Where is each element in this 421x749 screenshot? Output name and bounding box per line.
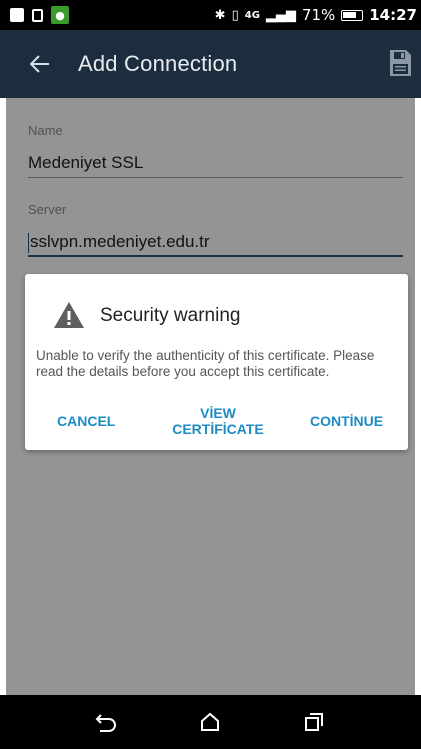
status-right-icons: ✱ ▯ 4G ▂▄▆ 71% 14:27 xyxy=(215,0,417,30)
save-icon xyxy=(390,50,411,76)
nav-home-button[interactable] xyxy=(196,709,224,735)
dialog-message: Unable to verify the authenticity of thi… xyxy=(36,348,375,379)
back-button[interactable] xyxy=(22,46,58,82)
nav-back-button[interactable] xyxy=(92,709,120,735)
clipboard-icon xyxy=(32,8,43,22)
warning-icon xyxy=(54,302,84,328)
back-nav-icon xyxy=(95,714,116,732)
phone-screen: ● ✱ ▯ 4G ▂▄▆ 71% 14:27 Add Connection Na… xyxy=(0,0,421,749)
notification-square-icon xyxy=(10,8,24,22)
navigation-bar xyxy=(0,695,421,749)
shield-app-icon: ● xyxy=(51,6,69,24)
network-type-label: 4G xyxy=(244,9,260,21)
security-warning-dialog: Security warning Unable to verify the au… xyxy=(25,274,408,450)
nav-recents-button[interactable] xyxy=(300,709,328,735)
continue-button[interactable]: CONTİNUE xyxy=(310,413,383,429)
home-nav-icon xyxy=(201,712,219,731)
cancel-button[interactable]: CANCEL xyxy=(57,413,115,429)
status-bar: ● ✱ ▯ 4G ▂▄▆ 71% 14:27 xyxy=(0,0,421,30)
recents-nav-icon xyxy=(305,713,323,731)
battery-percent: 71% xyxy=(301,6,336,24)
view-certificate-line1: VİEW xyxy=(200,405,236,421)
save-button[interactable] xyxy=(387,48,413,78)
arrow-back-icon xyxy=(30,55,49,73)
bluetooth-icon: ✱ xyxy=(214,7,226,23)
signal-icon: ▂▄▆ xyxy=(265,7,296,23)
page-title: Add Connection xyxy=(78,51,238,76)
view-certificate-line2: CERTİFİCATE xyxy=(172,421,264,437)
dialog-title: Security warning xyxy=(100,305,241,326)
status-left-icons: ● xyxy=(10,6,69,24)
view-certificate-button[interactable]: VİEW CERTİFİCATE xyxy=(163,405,273,437)
clock-time: 14:27 xyxy=(369,6,417,24)
app-bar: Add Connection xyxy=(0,30,421,98)
battery-icon xyxy=(341,9,364,21)
vibrate-icon: ▯ xyxy=(231,7,239,23)
